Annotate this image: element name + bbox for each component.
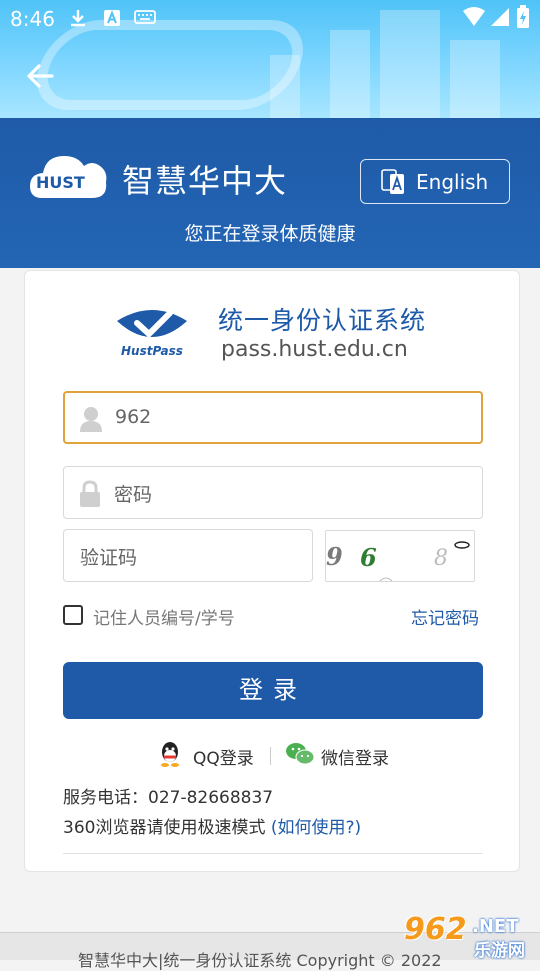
copyright-text: 智慧华中大|统一身份认证系统 Copyright © 2022 <box>78 951 442 970</box>
hustpass-brand: HustPass <box>121 344 183 358</box>
keyboard-icon <box>134 10 156 24</box>
app-name: 智慧华中大 <box>122 162 288 200</box>
how-to-use-link[interactable]: (如何使用?) <box>271 818 361 838</box>
header-band: HUST 智慧华中大 English 您正在登录体质健康 <box>0 118 540 268</box>
browser-note-text: 360浏览器请使用极速模式 <box>63 818 266 838</box>
hust-cloud-logo: HUST <box>30 156 107 198</box>
qq-login[interactable]: QQ登录 <box>157 741 257 771</box>
watermark-site: 乐游网 <box>474 941 525 961</box>
captcha-input[interactable]: 验证码 <box>63 529 313 582</box>
user-icon <box>80 407 102 432</box>
text-a-icon <box>104 10 120 26</box>
wechat-icon <box>286 743 315 765</box>
site-watermark: 962 .NET 乐游网 <box>400 912 536 961</box>
remember-checkbox[interactable] <box>63 605 83 625</box>
social-divider <box>270 747 271 765</box>
username-value: 962 <box>115 406 152 428</box>
download-icon <box>71 10 85 27</box>
building-illustration <box>330 30 370 118</box>
remember-label: 记住人员编号/学号 <box>93 609 235 629</box>
captcha-placeholder: 验证码 <box>80 547 138 569</box>
password-placeholder: 密码 <box>114 484 153 506</box>
battery-icon <box>517 5 529 28</box>
wechat-login[interactable]: 微信登录 <box>285 741 405 771</box>
back-arrow-icon[interactable] <box>22 58 58 94</box>
forgot-password-link[interactable]: 忘记密码 <box>411 604 479 629</box>
login-context-subtitle: 您正在登录体质健康 <box>184 223 356 245</box>
signal-icon <box>491 8 509 26</box>
status-time: 8:46 <box>10 7 55 31</box>
service-phone: 服务电话：027-82668837 <box>63 788 274 808</box>
captcha-image[interactable]: 9 6 8 <box>325 530 475 582</box>
login-button[interactable]: 登录 <box>63 662 483 719</box>
watermark-net: .NET <box>472 916 519 937</box>
building-illustration <box>450 40 500 118</box>
wechat-login-label: 微信登录 <box>321 749 389 769</box>
translate-icon <box>381 169 404 194</box>
browser-note: 360浏览器请使用极速模式 (如何使用?) <box>63 813 361 838</box>
svg-text:6: 6 <box>360 543 377 572</box>
lock-icon <box>80 480 100 507</box>
status-bar: 8:46 <box>0 0 540 36</box>
building-illustration <box>270 55 300 118</box>
divider <box>63 853 483 854</box>
wifi-icon <box>463 7 485 26</box>
svg-text:HUST: HUST <box>36 173 85 192</box>
auth-system-title: 统一身份认证系统 <box>218 306 427 335</box>
qq-login-label: QQ登录 <box>193 749 254 769</box>
svg-text:8: 8 <box>434 546 448 571</box>
language-switch-button[interactable]: English <box>360 159 510 204</box>
password-field[interactable]: 密码 <box>63 466 483 519</box>
username-field[interactable]: 962 <box>63 391 483 444</box>
svg-text:9: 9 <box>326 542 343 571</box>
auth-system-url: pass.hust.edu.cn <box>221 337 408 362</box>
language-label: English <box>416 170 489 194</box>
qq-penguin-icon <box>161 742 179 767</box>
login-card: HustPass 统一身份认证系统 pass.hust.edu.cn 962 密… <box>24 270 520 872</box>
watermark-number: 962 <box>404 912 467 947</box>
